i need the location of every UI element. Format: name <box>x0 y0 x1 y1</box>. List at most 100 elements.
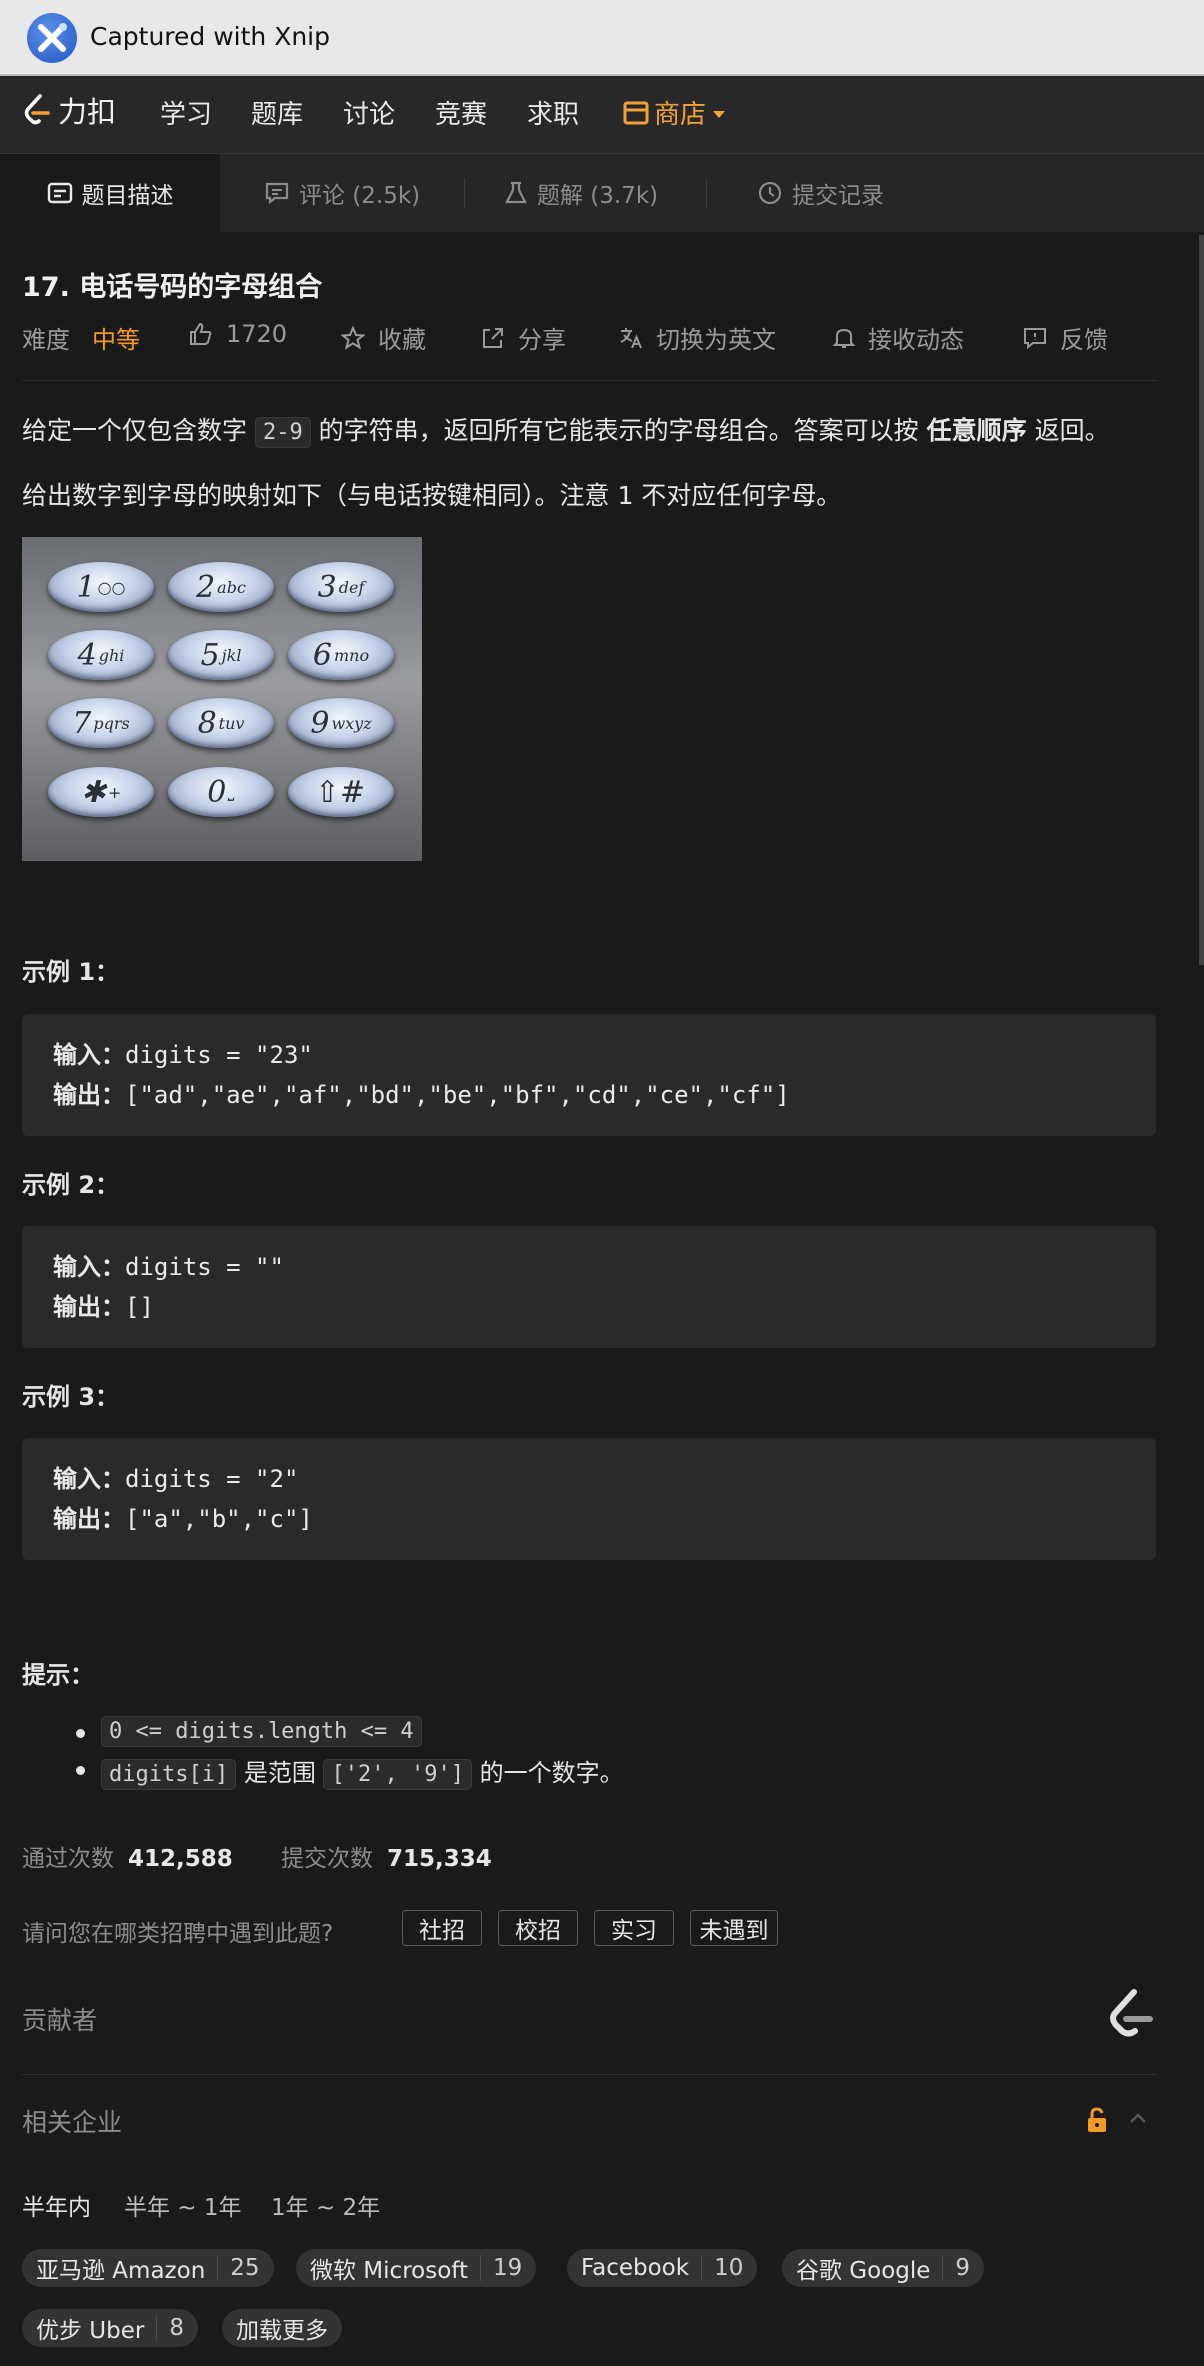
constraints-heading: 提示： <box>22 1661 94 1689</box>
tab-label: 题目描述 <box>81 183 174 209</box>
accepted-stat: 通过次数 412,588 <box>22 1846 233 1872</box>
star-icon <box>340 324 366 350</box>
nav-item-contest[interactable]: 竞赛 <box>435 94 487 131</box>
inline-code: ['2', '9'] <box>323 1759 472 1790</box>
scrollbar[interactable] <box>1199 235 1204 965</box>
problem-title: 17. 电话号码的字母组合 <box>22 272 323 303</box>
company-tag[interactable]: Facebook 10 <box>567 2249 758 2287</box>
example-block: 输入：digits = "" 输出：[] <box>22 1226 1156 1348</box>
problem-tabs: 题目描述 评论 (2.5k) 题解 (3.7k) 提交记录 <box>0 154 1204 232</box>
inline-code: digits[i] <box>101 1759 237 1790</box>
desc-text: 返回。 <box>1026 416 1110 445</box>
company-tag[interactable]: 谷歌 Google 9 <box>782 2249 985 2287</box>
keypad-key: 5 jkl <box>168 630 274 680</box>
feedback-button[interactable]: 反馈 <box>1022 320 1108 355</box>
recruit-survey-question: 请问您在哪类招聘中遇到此题? <box>22 1921 334 1947</box>
contributor-avatar[interactable] <box>1104 1986 1156 2048</box>
desc-emphasis: 任意顺序 <box>926 416 1027 445</box>
example-output: 输出：["ad","ae","af","bd","be","bf","cd","… <box>53 1081 790 1109</box>
like-button[interactable]: 1720 <box>188 320 287 348</box>
tab-submissions[interactable]: 提交记录 <box>757 154 884 232</box>
divider <box>22 2074 1157 2075</box>
bullet <box>76 1766 85 1775</box>
like-count: 1720 <box>226 320 288 348</box>
tab-label: 评论 (2.5k) <box>299 183 421 209</box>
keypad-key: 2 abc <box>168 562 274 612</box>
constraint-text: 的一个数字。 <box>471 1759 624 1787</box>
subscribe-button[interactable]: 接收动态 <box>832 320 964 355</box>
phone-keypad-image: 1 ○○ 2 abc 3 def 4 ghi 5 jkl 6 mno 7 pqrs 8 tuv … <box>22 537 422 861</box>
bullet <box>76 1729 85 1738</box>
keypad-key: 1 ○○ <box>48 562 154 612</box>
keypad-key: 0 ⎵ <box>168 767 274 817</box>
desc-text: 的字符串，返回所有它能表示的字母组合。答案可以按 <box>310 416 927 445</box>
keypad-key: 6 mno <box>288 630 394 680</box>
submitted-stat: 提交次数 715,334 <box>281 1846 492 1872</box>
period-tab-6to12months[interactable]: 半年 ~ 1年 <box>124 2188 242 2222</box>
period-tab-1to2years[interactable]: 1年 ~ 2年 <box>271 2188 380 2222</box>
favorite-label: 收藏 <box>378 326 426 354</box>
nav-item-learn[interactable]: 学习 <box>160 94 212 131</box>
problem-meta: 难度 中等 1720 收藏 分享 切换为英文 接收动态 反馈 <box>22 320 1162 355</box>
problem-description: 给定一个仅包含数字 2-9 的字符串，返回所有它能表示的字母组合。答案可以按 任… <box>22 411 1110 448</box>
subscribe-label: 接收动态 <box>868 326 964 354</box>
share-button[interactable]: 分享 <box>480 320 566 355</box>
chevron-up-icon[interactable] <box>1127 2108 1149 2134</box>
leetcode-logo-icon <box>1110 1989 1153 2037</box>
example-block: 输入：digits = "23" 输出：["ad","ae","af","bd"… <box>22 1014 1156 1136</box>
constraint-item: 0 <= digits.length <= 4 <box>101 1716 422 1747</box>
chevron-down-icon <box>713 111 726 118</box>
example-heading: 示例 3： <box>22 1383 120 1411</box>
survey-option-intern[interactable]: 实习 <box>594 1910 674 1946</box>
contributors-label[interactable]: 贡献者 <box>22 2001 97 2037</box>
example-input: 输入：digits = "2" <box>53 1465 299 1493</box>
xnip-bar: Captured with Xnip <box>0 0 1204 76</box>
brand-logo[interactable]: 力扣 <box>22 90 116 130</box>
company-tag[interactable]: 亚马逊 Amazon 25 <box>22 2249 274 2287</box>
survey-option-social[interactable]: 社招 <box>402 1910 482 1946</box>
tab-comments[interactable]: 评论 (2.5k) <box>264 154 420 232</box>
constraint-item: digits[i] 是范围 ['2', '9'] 的一个数字。 <box>101 1753 624 1790</box>
inline-code: 0 <= digits.length <= 4 <box>101 1716 422 1747</box>
favorite-button[interactable]: 收藏 <box>340 320 426 355</box>
desc-text: 给定一个仅包含数字 <box>22 416 255 445</box>
example-input: 输入：digits = "23" <box>53 1041 313 1069</box>
keypad-key: ⇧# <box>288 767 394 817</box>
load-more-button[interactable]: 加载更多 <box>222 2309 342 2347</box>
survey-option-never[interactable]: 未遇到 <box>690 1910 778 1946</box>
tab-description[interactable]: 题目描述 <box>0 154 220 232</box>
keypad-key: 8 tuv <box>168 698 274 748</box>
clock-icon <box>758 181 782 205</box>
nav-item-jobs[interactable]: 求职 <box>527 94 579 131</box>
tab-label: 提交记录 <box>792 183 884 209</box>
switch-language-label: 切换为英文 <box>656 326 776 354</box>
leetcode-logo-icon <box>24 94 50 125</box>
tab-label: 题解 (3.7k) <box>537 183 659 209</box>
companies-label[interactable]: 相关企业 <box>22 2103 122 2139</box>
difficulty-value: 中等 <box>92 326 140 354</box>
nav-item-discuss[interactable]: 讨论 <box>343 94 395 131</box>
nav-item-store[interactable]: 商店 <box>622 94 726 131</box>
bell-icon <box>832 328 856 348</box>
company-tag[interactable]: 微软 Microsoft 19 <box>296 2249 537 2287</box>
xnip-logo-icon <box>27 13 77 63</box>
period-tab-6months[interactable]: 半年内 <box>22 2188 91 2222</box>
feedback-label: 反馈 <box>1060 326 1108 354</box>
company-tag[interactable]: 优步 Uber 8 <box>22 2309 198 2347</box>
share-icon <box>483 327 503 348</box>
switch-language-button[interactable]: 切换为英文 <box>618 320 776 355</box>
survey-option-campus[interactable]: 校招 <box>498 1910 578 1946</box>
nav-item-problems[interactable]: 题库 <box>251 94 303 131</box>
tab-solutions[interactable]: 题解 (3.7k) <box>504 154 658 232</box>
unlock-icon[interactable] <box>1084 2106 1110 2138</box>
thumbs-up-icon <box>190 322 212 345</box>
example-block: 输入：digits = "2" 输出：["a","b","c"] <box>22 1438 1156 1560</box>
mapping-note: 给出数字到字母的映射如下（与电话按键相同）。注意 1 不对应任何字母。 <box>22 481 842 510</box>
constraint-text: 是范围 <box>236 1759 324 1787</box>
description-icon <box>47 182 72 204</box>
difficulty-label: 难度 <box>22 326 70 354</box>
example-input: 输入：digits = "" <box>53 1253 284 1281</box>
keypad-key: ✱ + <box>48 767 154 817</box>
difficulty: 难度 中等 <box>22 320 140 355</box>
brand-name: 力扣 <box>58 95 117 129</box>
